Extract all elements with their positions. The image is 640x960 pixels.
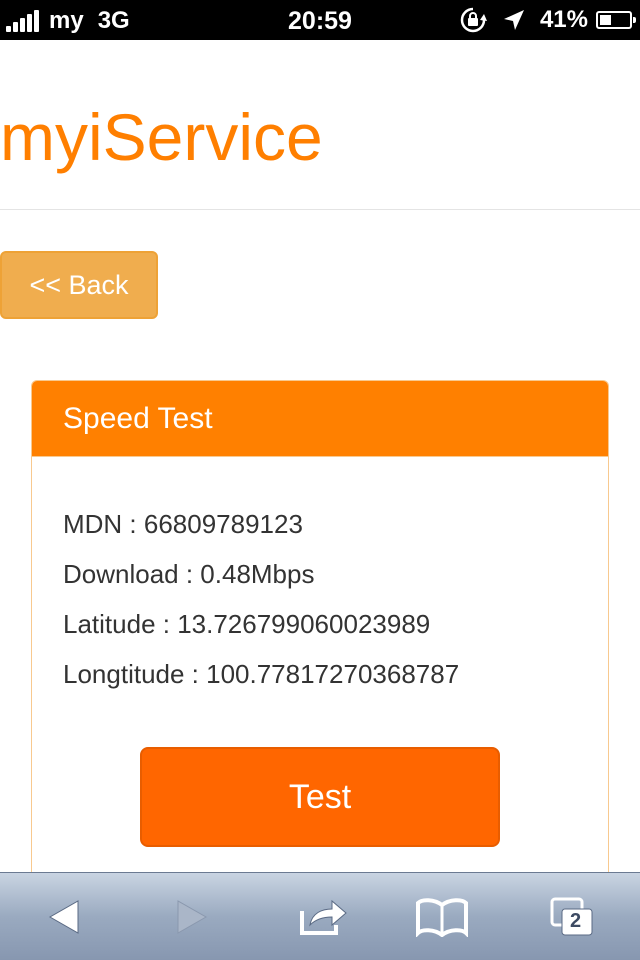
location-arrow-icon [502, 8, 526, 32]
speed-test-panel: Speed Test MDN : 66809789123 Download : … [31, 380, 609, 900]
back-button[interactable]: << Back [0, 251, 158, 319]
browser-toolbar: 2 [0, 872, 640, 960]
download-line: Download : 0.48Mbps [63, 559, 315, 589]
longitude-line: Longtitude : 100.77817270368787 [63, 659, 460, 689]
latitude-line: Latitude : 13.726799060023989 [63, 609, 431, 639]
panel-title: Speed Test [63, 401, 213, 435]
tabs-icon[interactable]: 2 [542, 889, 602, 945]
bookmarks-icon[interactable] [412, 889, 472, 945]
battery-percent: 41% [539, 6, 588, 33]
share-icon[interactable] [294, 889, 354, 945]
mdn-line: MDN : 66809789123 [63, 509, 303, 539]
brand-title[interactable]: myiService [0, 104, 323, 170]
status-bar: my 3G 20:59 41% [0, 0, 640, 40]
panel-body: MDN : 66809789123 Download : 0.48Mbps La… [32, 457, 608, 847]
status-right: 41% [458, 6, 636, 34]
tab-count: 2 [570, 910, 582, 932]
battery-level-fill [600, 15, 611, 25]
rotation-lock-icon [458, 6, 488, 34]
forward-arrow-icon[interactable] [162, 889, 222, 945]
back-arrow-icon[interactable] [34, 889, 94, 945]
site-header: myiService [0, 40, 640, 210]
battery-icon [596, 11, 636, 29]
test-button[interactable]: Test [140, 747, 500, 847]
panel-heading: Speed Test [32, 381, 608, 457]
